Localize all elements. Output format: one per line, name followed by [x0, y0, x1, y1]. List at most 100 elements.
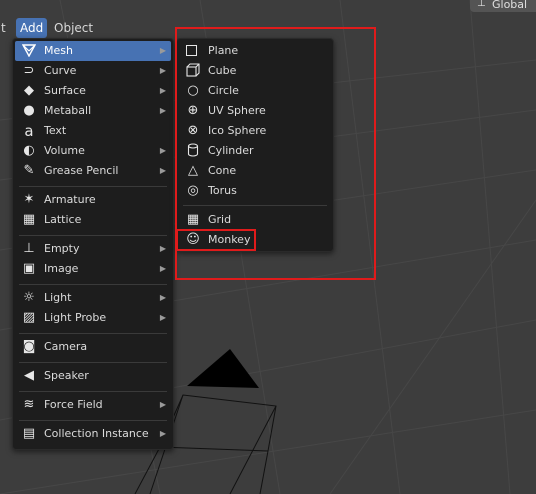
mesh-item-monkey[interactable]: ☺ Monkey	[179, 230, 331, 250]
submenu-arrow-icon: ▶	[159, 293, 166, 302]
mesh-item-circle[interactable]: ○ Circle	[179, 81, 331, 101]
uv-sphere-icon: ⊕	[187, 103, 199, 118]
mesh-item-label: Circle	[208, 84, 239, 97]
add-menu-item-light-probe[interactable]: ▨ Light Probe ▶	[15, 308, 171, 328]
armature-icon: ✶	[23, 192, 35, 207]
mesh-item-grid[interactable]: ▦ Grid	[179, 210, 331, 230]
mesh-item-plane[interactable]: Plane	[179, 41, 331, 61]
submenu-arrow-icon: ▶	[159, 146, 166, 155]
mesh-item-label: Monkey	[208, 233, 251, 246]
add-menu-item-text[interactable]: a Text	[15, 121, 171, 141]
surface-icon: ◆	[24, 83, 34, 98]
add-menu-item-light[interactable]: ☼ Light ▶	[15, 288, 171, 308]
metaball-icon: ●	[23, 103, 35, 118]
cone-icon: △	[188, 163, 198, 178]
add-menu-label: Curve	[44, 64, 77, 77]
menu-divider	[19, 284, 167, 285]
add-menu-label: Speaker	[44, 369, 89, 382]
mesh-item-label: Torus	[208, 184, 237, 197]
object-menu-button[interactable]: Object	[54, 18, 93, 38]
force-field-icon: ≋	[23, 397, 35, 412]
add-menu-label: Collection Instance	[44, 427, 149, 440]
cylinder-icon	[185, 143, 201, 159]
add-menu-item-image[interactable]: ▣ Image ▶	[15, 259, 171, 279]
mesh-item-torus[interactable]: ◎ Torus	[179, 181, 331, 201]
monkey-icon: ☺	[186, 232, 200, 247]
menu-divider	[183, 205, 327, 206]
grid-icon: ▦	[186, 212, 200, 227]
mesh-icon	[21, 43, 37, 59]
add-menu-item-force-field[interactable]: ≋ Force Field ▶	[15, 395, 171, 415]
add-menu-item-camera[interactable]: ◙ Camera	[15, 337, 171, 357]
mesh-item-cylinder[interactable]: Cylinder	[179, 141, 331, 161]
add-menu-label: Grease Pencil	[44, 164, 119, 177]
add-menu: Mesh ▶ ⊃ Curve ▶ ◆ Surface ▶ ● Metaball …	[12, 38, 174, 450]
add-menu-label: Light	[44, 291, 72, 304]
submenu-arrow-icon: ▶	[159, 244, 166, 253]
submenu-arrow-icon: ▶	[159, 46, 166, 55]
menu-divider	[19, 391, 167, 392]
mesh-item-ico-sphere[interactable]: ⊗ Ico Sphere	[179, 121, 331, 141]
add-menu-label: Volume	[44, 144, 85, 157]
add-menu-item-surface[interactable]: ◆ Surface ▶	[15, 81, 171, 101]
add-menu-button[interactable]: Add	[16, 18, 48, 38]
orientation-icon: ⊥	[477, 0, 486, 9]
submenu-arrow-icon: ▶	[159, 400, 166, 409]
light-probe-icon: ▨	[22, 310, 36, 325]
add-menu-label: Light Probe	[44, 311, 107, 324]
add-menu-item-metaball[interactable]: ● Metaball ▶	[15, 101, 171, 121]
add-menu-item-grease-pencil[interactable]: ✎ Grease Pencil ▶	[15, 161, 171, 181]
mesh-item-label: Plane	[208, 44, 239, 57]
lattice-icon: ▦	[22, 212, 36, 227]
add-menu-item-armature[interactable]: ✶ Armature	[15, 190, 171, 210]
light-icon: ☼	[23, 290, 35, 305]
mesh-item-label: Cylinder	[208, 144, 254, 157]
submenu-arrow-icon: ▶	[159, 86, 166, 95]
mesh-item-cube[interactable]: Cube	[179, 61, 331, 81]
mesh-item-label: Cone	[208, 164, 237, 177]
circle-icon: ○	[187, 83, 199, 98]
submenu-arrow-icon: ▶	[159, 166, 166, 175]
add-menu-label: Surface	[44, 84, 86, 97]
mesh-item-uv-sphere[interactable]: ⊕ UV Sphere	[179, 101, 331, 121]
submenu-arrow-icon: ▶	[159, 313, 166, 322]
grease-pencil-icon: ✎	[23, 163, 35, 178]
transform-orientation-dropdown[interactable]: ⊥ Global	[470, 0, 536, 12]
add-menu-item-empty[interactable]: ⊥ Empty ▶	[15, 239, 171, 259]
mesh-submenu: Plane Cube ○ Circle ⊕ UV Sphere ⊗ Ico Sp…	[176, 38, 334, 252]
viewport-header: t Add Object	[0, 18, 536, 38]
mesh-item-cone[interactable]: △ Cone	[179, 161, 331, 181]
submenu-arrow-icon: ▶	[159, 66, 166, 75]
speaker-icon: ◀	[24, 368, 34, 383]
mesh-item-label: Cube	[208, 64, 237, 77]
menu-divider	[19, 235, 167, 236]
camera-icon: ◙	[22, 339, 36, 354]
add-menu-label: Text	[44, 124, 67, 137]
empty-icon: ⊥	[23, 241, 35, 256]
add-menu-item-mesh[interactable]: Mesh ▶	[15, 41, 171, 61]
add-menu-item-curve[interactable]: ⊃ Curve ▶	[15, 61, 171, 81]
add-menu-item-collection-instance[interactable]: ▤ Collection Instance ▶	[15, 424, 171, 444]
submenu-arrow-icon: ▶	[159, 429, 166, 438]
volume-icon: ◐	[23, 143, 35, 158]
add-menu-item-speaker[interactable]: ◀ Speaker	[15, 366, 171, 386]
submenu-arrow-icon: ▶	[159, 264, 166, 273]
text-icon: a	[24, 122, 34, 140]
submenu-arrow-icon: ▶	[159, 106, 166, 115]
add-menu-label: Empty	[44, 242, 80, 255]
add-menu-label: Camera	[44, 340, 88, 353]
select-menu-edge[interactable]: t	[1, 18, 6, 38]
collection-instance-icon: ▤	[22, 426, 36, 441]
add-menu-item-lattice[interactable]: ▦ Lattice	[15, 210, 171, 230]
plane-icon	[186, 45, 197, 56]
mesh-item-label: UV Sphere	[208, 104, 266, 117]
mesh-item-label: Grid	[208, 213, 232, 226]
orientation-label: Global	[492, 0, 528, 11]
add-menu-label: Armature	[44, 193, 96, 206]
add-menu-label: Mesh	[44, 44, 73, 57]
ico-sphere-icon: ⊗	[187, 123, 199, 138]
curve-icon: ⊃	[23, 63, 35, 78]
image-icon: ▣	[22, 261, 36, 276]
add-menu-item-volume[interactable]: ◐ Volume ▶	[15, 141, 171, 161]
mesh-item-label: Ico Sphere	[208, 124, 267, 137]
